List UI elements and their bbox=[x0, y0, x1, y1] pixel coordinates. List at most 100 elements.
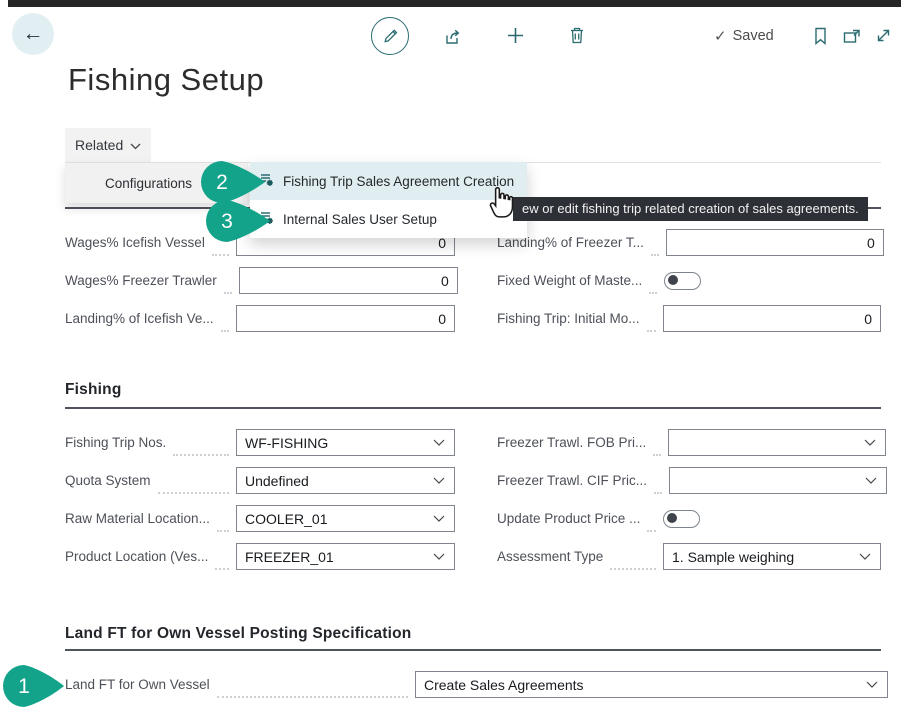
chevron-down-icon bbox=[130, 137, 141, 153]
annotation-badge-2: 2 bbox=[199, 160, 269, 204]
page-title: Fishing Setup bbox=[68, 62, 264, 98]
chevron-down-icon[interactable] bbox=[433, 477, 445, 485]
field-label: Fishing Trip: Initial Mo... bbox=[497, 311, 640, 326]
bookmark-icon bbox=[812, 34, 829, 49]
field-row: Quota System Undefined bbox=[65, 467, 455, 494]
back-button[interactable]: ← bbox=[12, 13, 54, 55]
field-row: Fishing Trip Nos. WF-FISHING bbox=[65, 429, 455, 456]
chevron-down-icon[interactable] bbox=[859, 553, 871, 561]
chevron-down-icon[interactable] bbox=[866, 681, 878, 689]
assessment-type-select[interactable]: 1. Sample weighing bbox=[663, 543, 881, 570]
landing-freezer-input[interactable]: 0 bbox=[666, 229, 884, 256]
field-row: Landing% of Freezer T... 0 bbox=[497, 229, 881, 256]
open-in-window-button[interactable] bbox=[842, 28, 862, 45]
bookmark-button[interactable] bbox=[812, 26, 829, 46]
toggle-knob bbox=[667, 513, 677, 523]
field-label: Fishing Trip Nos. bbox=[65, 435, 166, 450]
dotted-leader bbox=[647, 315, 656, 332]
product-location-select[interactable]: FREEZER_01 bbox=[236, 543, 455, 570]
freezer-fob-price-select[interactable] bbox=[668, 429, 886, 456]
dotted-leader bbox=[647, 515, 656, 532]
freezer-cif-price-select[interactable] bbox=[669, 467, 887, 494]
field-row: Freezer Trawl. FOB Pri... bbox=[497, 429, 881, 456]
dotted-leader bbox=[224, 277, 232, 294]
field-row: Raw Material Location... COOLER_01 bbox=[65, 505, 455, 532]
dotted-leader bbox=[653, 439, 661, 456]
section-title: Fishing bbox=[65, 381, 881, 399]
dotted-leader bbox=[215, 553, 229, 570]
field-label: Update Product Price ... bbox=[497, 511, 640, 526]
field-row: Fishing Trip: Initial Mo... 0 bbox=[497, 305, 881, 332]
pencil-icon bbox=[381, 26, 399, 47]
related-menu-label: Related bbox=[75, 137, 123, 153]
menu-item-label: Fishing Trip Sales Agreement Creation bbox=[283, 174, 514, 189]
field-row: Assessment Type 1. Sample weighing bbox=[497, 543, 881, 570]
chevron-down-icon[interactable] bbox=[864, 439, 876, 447]
dotted-leader bbox=[221, 315, 229, 332]
annotation-badge-1: 1 bbox=[2, 664, 68, 708]
dotted-leader bbox=[217, 515, 229, 532]
chevron-down-icon[interactable] bbox=[865, 477, 877, 485]
dotted-leader bbox=[654, 477, 662, 494]
plus-icon bbox=[505, 34, 526, 49]
chevron-down-icon[interactable] bbox=[433, 553, 445, 561]
field-label: Assessment Type bbox=[497, 549, 603, 564]
update-product-price-toggle[interactable] bbox=[663, 510, 700, 528]
new-button[interactable] bbox=[505, 25, 526, 46]
popup-window-icon bbox=[842, 33, 862, 48]
chevron-down-icon[interactable] bbox=[433, 515, 445, 523]
svg-text:1: 1 bbox=[18, 675, 30, 698]
delete-button[interactable] bbox=[567, 25, 587, 45]
toggle-cell bbox=[664, 267, 882, 294]
field-row: Land FT for Own Vessel Create Sales Agre… bbox=[65, 671, 888, 698]
annotation-badge-3: 3 bbox=[204, 199, 274, 243]
field-row: Landing% of Icefish Ve... 0 bbox=[65, 305, 455, 332]
field-label: Product Location (Ves... bbox=[65, 549, 208, 564]
save-status: ✓ Saved bbox=[714, 27, 774, 45]
landing-icefish-input[interactable]: 0 bbox=[236, 305, 455, 332]
dotted-leader bbox=[649, 277, 657, 294]
top-accent-bar bbox=[8, 0, 901, 7]
field-label: Landing% of Icefish Ve... bbox=[65, 311, 214, 326]
fishing-section: Fishing Fishing Trip Nos. WF-FISHING Quo… bbox=[65, 381, 881, 570]
fixed-weight-toggle[interactable] bbox=[664, 272, 701, 290]
field-row: Freezer Trawl. CIF Pric... bbox=[497, 467, 881, 494]
svg-text:2: 2 bbox=[216, 171, 228, 194]
edit-button[interactable] bbox=[371, 17, 409, 55]
expand-button[interactable] bbox=[874, 26, 893, 45]
checkmark-icon: ✓ bbox=[714, 27, 727, 45]
land-ft-own-vessel-select[interactable]: Create Sales Agreements bbox=[415, 671, 888, 698]
section-rule bbox=[65, 649, 881, 651]
chevron-down-icon[interactable] bbox=[433, 439, 445, 447]
field-label: Freezer Trawl. CIF Pric... bbox=[497, 473, 647, 488]
hand-cursor-icon bbox=[486, 185, 520, 219]
menu-item-tooltip: ew or edit fishing trip related creation… bbox=[513, 197, 868, 221]
share-icon bbox=[443, 34, 463, 49]
menu-group-label: Configurations bbox=[105, 176, 192, 191]
field-row: Product Location (Ves... FREEZER_01 bbox=[65, 543, 455, 570]
menu-item-label: Internal Sales User Setup bbox=[283, 212, 437, 227]
quota-system-select[interactable]: Undefined bbox=[236, 467, 455, 494]
dotted-leader bbox=[217, 681, 408, 698]
raw-material-location-select[interactable]: COOLER_01 bbox=[236, 505, 455, 532]
related-menu-button[interactable]: Related bbox=[65, 128, 151, 162]
saved-label: Saved bbox=[733, 28, 774, 44]
trash-icon bbox=[567, 33, 587, 48]
section-rule bbox=[65, 407, 881, 409]
wages-freezer-trawler-input[interactable]: 0 bbox=[239, 267, 458, 294]
field-row: Fixed Weight of Maste... bbox=[497, 267, 881, 294]
dotted-leader bbox=[173, 439, 229, 456]
general-section: Wages% Icefish Vessel 0 Wages% Freezer T… bbox=[65, 229, 881, 332]
svg-text:3: 3 bbox=[221, 210, 233, 233]
fishing-trip-initial-input[interactable]: 0 bbox=[663, 305, 881, 332]
expand-arrows-icon bbox=[874, 33, 893, 48]
field-label: Fixed Weight of Maste... bbox=[497, 273, 642, 288]
section-title: Land FT for Own Vessel Posting Specifica… bbox=[65, 625, 888, 643]
field-label: Freezer Trawl. FOB Pri... bbox=[497, 435, 646, 450]
share-button[interactable] bbox=[443, 26, 463, 46]
field-label: Land FT for Own Vessel bbox=[65, 677, 210, 692]
fishing-trip-nos-select[interactable]: WF-FISHING bbox=[236, 429, 455, 456]
fishing-setup-page: ← ✓ Saved bbox=[0, 0, 908, 725]
dotted-leader bbox=[158, 477, 229, 494]
dotted-leader bbox=[651, 239, 659, 256]
